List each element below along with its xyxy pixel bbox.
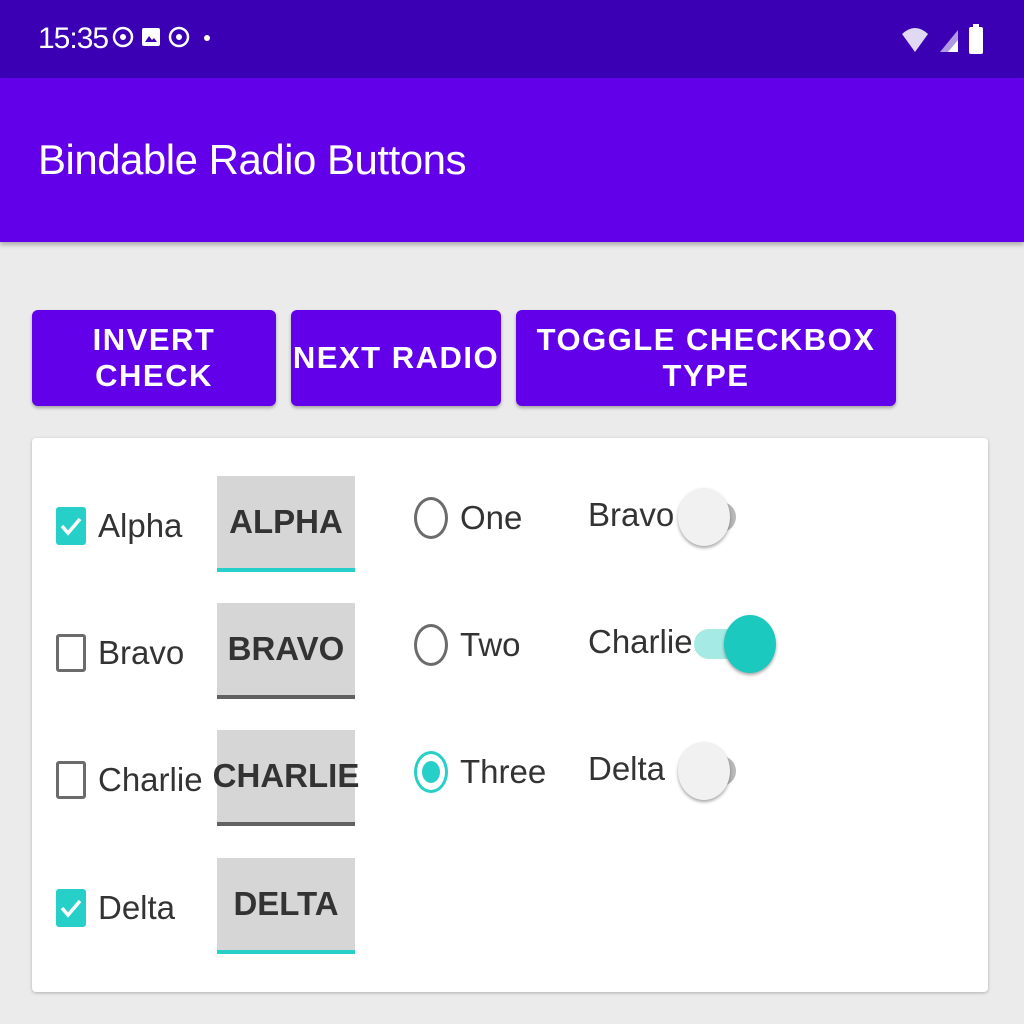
switch-label: Bravo [588, 496, 675, 533]
notification-icon [112, 26, 134, 48]
signal-icon [940, 30, 958, 52]
toggle-button-delta[interactable]: DELTA [217, 858, 355, 954]
switch-bravo[interactable]: Bravo [588, 486, 788, 546]
checkbox-checked-icon[interactable] [56, 889, 86, 927]
checkbox-delta[interactable]: Delta [56, 878, 175, 938]
checkbox-charlie[interactable]: Charlie [56, 750, 203, 810]
notification-icon [168, 26, 190, 48]
switch-label: Delta [588, 750, 666, 787]
status-time: 15:35 [38, 22, 109, 55]
radio-one[interactable]: One [414, 488, 522, 548]
radio-unselected-icon[interactable] [414, 497, 448, 539]
checkbox-unchecked-icon[interactable] [56, 634, 86, 672]
checkbox-unchecked-icon[interactable] [56, 761, 86, 799]
toggle-button-charlie[interactable]: CHARLIE [213, 730, 359, 826]
radio-label: Three [460, 753, 547, 790]
switch-label: Charlie [588, 623, 693, 660]
switch-thumb[interactable] [678, 488, 730, 546]
app-bar: Bindable Radio Buttons [0, 78, 1024, 242]
switch-delta[interactable]: Delta [588, 740, 788, 800]
checkbox-label: Delta [98, 889, 176, 926]
status-bar: 15:35 [0, 0, 1024, 78]
radio-unselected-icon[interactable] [414, 624, 448, 666]
invert-check-button[interactable]: INVERT CHECK [32, 310, 276, 406]
checkbox-label: Alpha [98, 507, 183, 544]
checkbox-checked-icon[interactable] [56, 507, 86, 545]
radio-three[interactable]: Three [414, 742, 546, 802]
controls-card: Alpha Bravo Charlie Delta ALPHA BRAVO CH… [32, 438, 988, 992]
switch-thumb[interactable] [678, 742, 730, 800]
toggle-button-bravo[interactable]: BRAVO [217, 603, 355, 699]
toggle-button-alpha[interactable]: ALPHA [217, 476, 355, 572]
radio-dot [422, 761, 440, 783]
checkbox-label: Bravo [98, 634, 185, 671]
checkbox-alpha[interactable]: Alpha [56, 496, 182, 556]
next-radio-button[interactable]: NEXT RADIO [291, 310, 501, 406]
wifi-icon [902, 28, 928, 52]
dot-icon [204, 35, 210, 41]
status-notification-icons [112, 26, 218, 48]
switch-thumb[interactable] [724, 615, 776, 673]
battery-icon [969, 24, 983, 54]
checkbox-bravo[interactable]: Bravo [56, 623, 184, 683]
toggle-checkbox-type-button[interactable]: TOGGLE CHECKBOX TYPE [516, 310, 896, 406]
switch-charlie[interactable]: Charlie [588, 613, 788, 673]
photo-icon [142, 28, 160, 46]
radio-label: Two [460, 626, 521, 663]
radio-two[interactable]: Two [414, 615, 521, 675]
checkbox-label: Charlie [98, 761, 203, 798]
radio-selected-icon[interactable] [414, 751, 448, 793]
status-system-icons [900, 24, 984, 54]
app-title: Bindable Radio Buttons [38, 136, 466, 183]
radio-label: One [460, 499, 523, 536]
